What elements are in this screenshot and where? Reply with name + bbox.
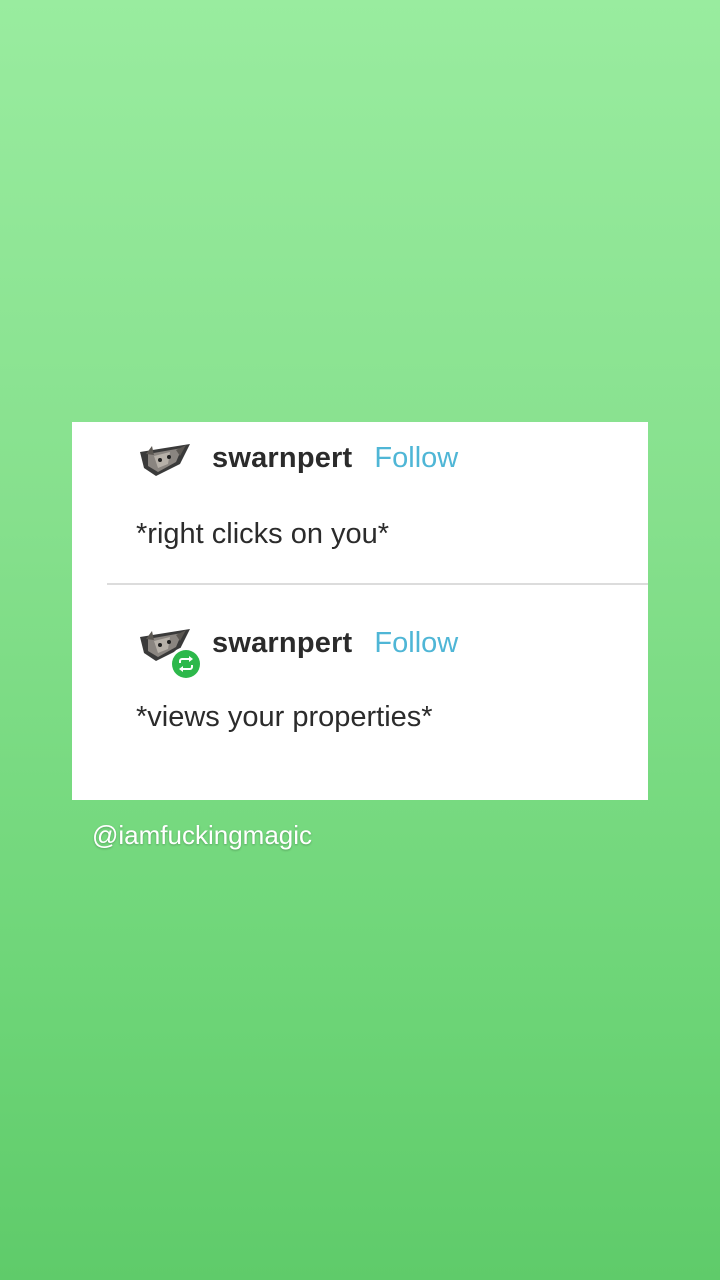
reblog-badge: [169, 647, 203, 681]
screenshot-card: swarnpert Follow *right clicks on you* s…: [72, 422, 648, 800]
follow-button[interactable]: Follow: [374, 627, 458, 660]
reblog-icon: [172, 650, 200, 678]
post-text: *views your properties*: [136, 701, 433, 733]
caption-mention[interactable]: @iamfuckingmagic: [92, 820, 312, 851]
post-header: swarnpert Follow: [212, 627, 458, 660]
post-text: *right clicks on you*: [136, 518, 390, 550]
post-1: swarnpert Follow *right clicks on you*: [72, 422, 648, 584]
cat-avatar-icon[interactable]: [136, 442, 194, 478]
username[interactable]: swarnpert: [212, 627, 352, 660]
follow-button[interactable]: Follow: [374, 442, 458, 475]
post-header: swarnpert Follow: [212, 442, 458, 475]
username[interactable]: swarnpert: [212, 442, 352, 475]
post-2: swarnpert Follow *views your properties*: [72, 585, 648, 800]
